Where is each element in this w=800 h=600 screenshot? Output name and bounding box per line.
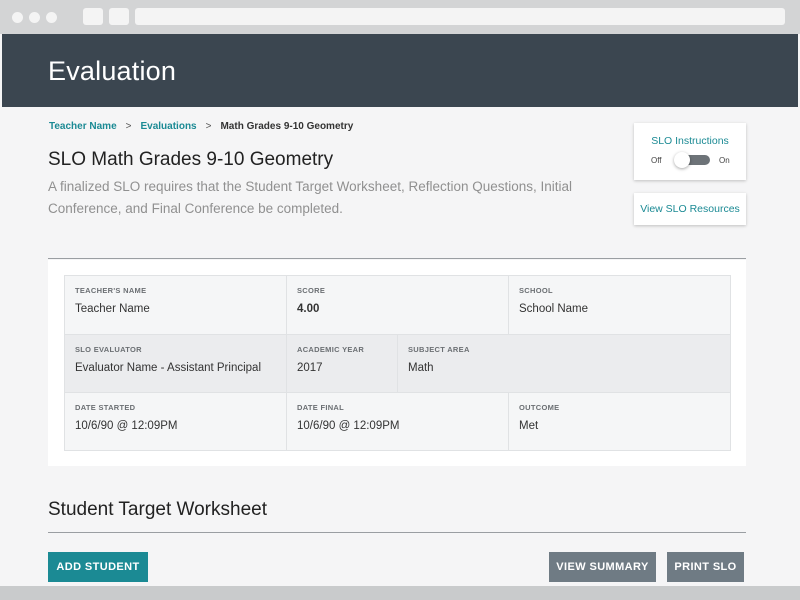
- info-row: TEACHER'S NAME Teacher Name SCORE 4.00 S…: [65, 276, 730, 334]
- breadcrumb-separator: >: [125, 121, 132, 132]
- outcome-label: OUTCOME: [519, 403, 560, 412]
- worksheet-title: Student Target Worksheet: [48, 499, 267, 520]
- subject-area-value: Math: [408, 362, 434, 374]
- score-cell: SCORE 4.00: [287, 276, 509, 334]
- score-value: 4.00: [297, 303, 320, 315]
- page-description: A finalized SLO requires that the Studen…: [48, 179, 573, 216]
- toggle-off-label: Off: [651, 156, 662, 165]
- date-final-cell: DATE FINAL 10/6/90 @ 12:09PM: [287, 393, 509, 450]
- date-final-value: 10/6/90 @ 12:09PM: [297, 420, 400, 432]
- breadcrumb-teacher-link[interactable]: Teacher Name: [49, 121, 117, 132]
- print-slo-button[interactable]: PRINT SLO: [667, 552, 744, 582]
- browser-back-button[interactable]: [83, 8, 103, 25]
- school-value: School Name: [519, 303, 589, 315]
- add-student-button[interactable]: ADD STUDENT: [48, 552, 148, 582]
- school-cell: SCHOOL School Name: [509, 276, 731, 334]
- browser-forward-button[interactable]: [109, 8, 129, 25]
- breadcrumb-separator: >: [205, 121, 212, 132]
- evaluator-cell: SLO EVALUATOR Evaluator Name - Assistant…: [65, 335, 287, 392]
- date-started-cell: DATE STARTED 10/6/90 @ 12:09PM: [65, 393, 287, 450]
- window-maximize-dot[interactable]: [46, 12, 57, 23]
- worksheet-divider: [48, 532, 746, 533]
- app-title: Evaluation: [48, 56, 177, 86]
- date-final-label: DATE FINAL: [297, 403, 345, 412]
- date-started-value: 10/6/90 @ 12:09PM: [75, 420, 178, 432]
- window-minimize-dot[interactable]: [29, 12, 40, 23]
- teacher-name-label: TEACHER'S NAME: [75, 286, 147, 295]
- teacher-name-cell: TEACHER'S NAME Teacher Name: [65, 276, 287, 334]
- academic-year-value: 2017: [297, 362, 323, 374]
- breadcrumb-evaluations-link[interactable]: Evaluations: [140, 121, 196, 132]
- toggle-on-label: On: [719, 156, 730, 165]
- academic-year-cell: ACADEMIC YEAR 2017: [287, 335, 398, 392]
- view-slo-resources-button[interactable]: View SLO Resources: [634, 193, 746, 225]
- evaluator-label: SLO EVALUATOR: [75, 345, 142, 354]
- academic-year-label: ACADEMIC YEAR: [297, 345, 365, 354]
- toggle-knob[interactable]: [674, 152, 690, 168]
- breadcrumb-current: Math Grades 9-10 Geometry: [220, 121, 354, 132]
- app-header: Evaluation: [2, 34, 798, 107]
- view-summary-button[interactable]: VIEW SUMMARY: [549, 552, 656, 582]
- browser-chrome: [0, 0, 800, 34]
- evaluation-info-panel: TEACHER'S NAME Teacher Name SCORE 4.00 S…: [48, 260, 746, 466]
- slo-instructions-card: SLO Instructions Off On: [634, 123, 746, 180]
- slo-instructions-link[interactable]: SLO Instructions: [634, 135, 746, 147]
- school-label: SCHOOL: [519, 286, 553, 295]
- evaluator-value: Evaluator Name - Assistant Principal: [75, 362, 261, 374]
- frame-bottom: [0, 586, 800, 600]
- teacher-name-value: Teacher Name: [75, 303, 150, 315]
- subject-area-cell: SUBJECT AREA Math: [398, 335, 731, 392]
- evaluation-info-table: TEACHER'S NAME Teacher Name SCORE 4.00 S…: [64, 275, 731, 451]
- window-close-dot[interactable]: [12, 12, 23, 23]
- outcome-value: Met: [519, 420, 539, 432]
- address-bar[interactable]: [135, 8, 785, 25]
- subject-area-label: SUBJECT AREA: [408, 345, 470, 354]
- page-title: SLO Math Grades 9-10 Geometry: [48, 149, 334, 170]
- info-row: SLO EVALUATOR Evaluator Name - Assistant…: [65, 334, 730, 392]
- slo-instructions-toggle[interactable]: [674, 152, 710, 168]
- outcome-cell: OUTCOME Met: [509, 393, 731, 450]
- date-started-label: DATE STARTED: [75, 403, 136, 412]
- info-row: DATE STARTED 10/6/90 @ 12:09PM DATE FINA…: [65, 392, 730, 450]
- score-label: SCORE: [297, 286, 326, 295]
- app-window: Evaluation Teacher Name > Evaluations > …: [0, 34, 800, 586]
- breadcrumb: Teacher Name > Evaluations > Math Grades…: [49, 121, 353, 132]
- section-divider: [48, 258, 746, 259]
